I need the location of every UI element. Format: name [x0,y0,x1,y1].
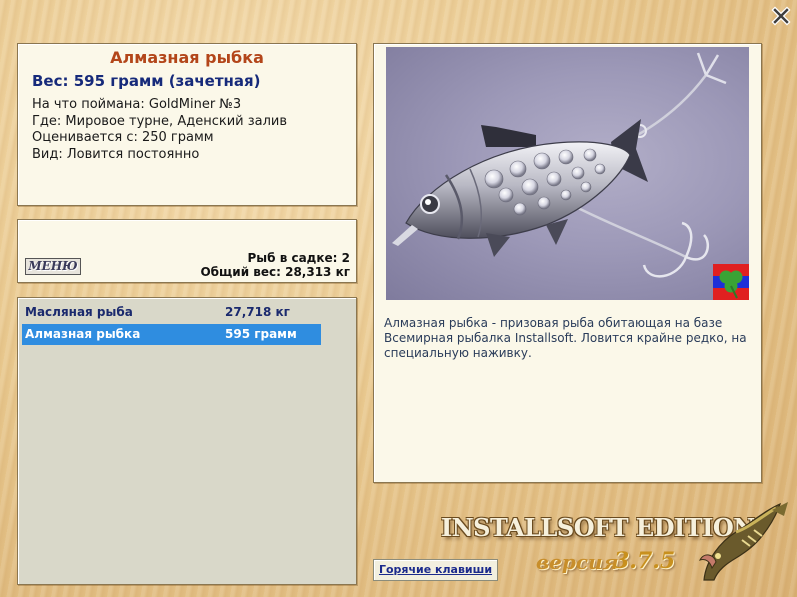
fish-count: Рыб в садке: 2 [247,251,351,265]
menu-button[interactable]: МЕНЮ [25,258,81,275]
caught-on-text: На что поймана: GoldMiner №3 [32,97,242,112]
rated-from-text: Оценивается с: 250 грамм [32,130,214,145]
cage-summary-panel: МЕНЮ Рыб в садке: 2 Общий вес: 28,313 кг [17,219,357,283]
version-number: 3.7.5 [614,548,676,574]
list-item[interactable]: Масляная рыба 27,718 кг [22,302,321,323]
pike-logo [696,500,791,582]
close-button[interactable] [770,6,792,26]
cage-stats: Рыб в садке: 2 Общий вес: 28,313 кг [200,251,350,279]
list-item-name: Алмазная рыбка [25,327,141,341]
fish-title: Алмазная рыбка [110,48,264,67]
fish-weight: Вес: 595 грамм (зачетная) [32,72,261,90]
fish-lure-image [392,52,727,278]
fish-details: На что поймана: GoldMiner №3 Где: Мирово… [32,97,356,163]
fish-description: Алмазная рыбка - призовая рыба обитающая… [384,316,747,360]
close-icon [771,6,791,26]
total-weight: Общий вес: 28,313 кг [200,265,350,279]
fish-info-panel: Алмазная рыбка Вес: 595 грамм (зачетная)… [17,43,357,206]
version-label: версия [536,550,619,574]
location-text: Где: Мировое турне, Аденский залив [32,113,288,129]
kind-text: Вид: Ловится постоянно [32,146,200,162]
fish-photo [386,47,749,300]
list-item-weight: 27,718 кг [225,305,290,319]
clover-badge-icon [713,264,749,300]
fish-detail-panel: Алмазная рыбка - призовая рыба обитающая… [373,43,762,483]
fish-list: Масляная рыба 27,718 кг Алмазная рыбка 5… [17,297,357,585]
hotkeys-button[interactable]: Горячие клавиши [373,559,498,581]
list-item-name: Масляная рыба [25,305,133,319]
list-item-weight: 595 грамм [225,327,297,341]
list-item-selected[interactable]: Алмазная рыбка 595 грамм [22,324,321,345]
